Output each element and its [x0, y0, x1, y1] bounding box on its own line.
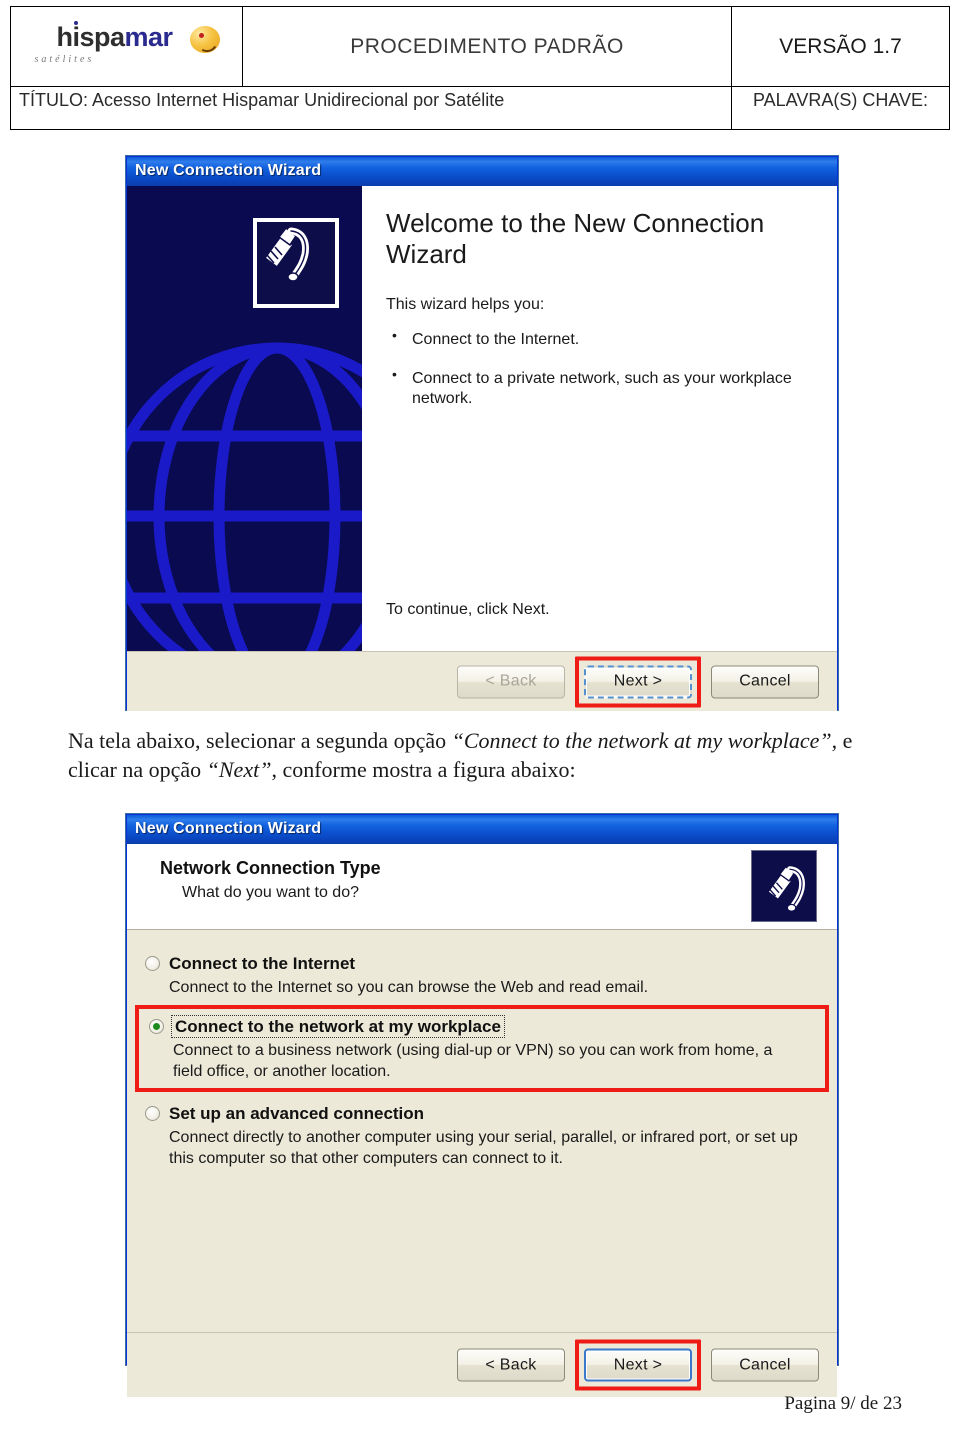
network-plug-icon	[751, 850, 817, 922]
option-label: Connect to the Internet	[169, 954, 356, 973]
dialog1-title: New Connection Wizard	[135, 162, 322, 179]
dialog2-page-header: Network Connection Type What do you want…	[127, 844, 837, 930]
option-description: Connect directly to another computer usi…	[169, 1129, 798, 1168]
radio-button-icon[interactable]	[145, 956, 160, 971]
back-button-label: < Back	[485, 672, 537, 690]
option-connect-internet[interactable]: Connect to the Internet Connect to the I…	[127, 954, 837, 999]
next-button-label: Next >	[613, 1356, 663, 1373]
header-top-row: hispamar satélites PROCEDIMENTO PADRÃO V…	[11, 7, 949, 87]
cancel-button-label: Cancel	[739, 672, 791, 690]
instruction-paragraph: Na tela abaixo, selecionar a segunda opç…	[68, 726, 902, 785]
dialog1-footer: < Back Next > Cancel	[127, 651, 837, 711]
instruction-text-a: Na tela abaixo, selecionar a segunda opç…	[68, 728, 452, 753]
back-button-label: < Back	[485, 1356, 537, 1373]
version-label: VERSÃO 1.7	[779, 34, 902, 58]
dialog1-body: Welcome to the New Connection Wizard Thi…	[127, 186, 837, 651]
logo-tagline: satélites	[34, 53, 95, 65]
next-button-highlight: Next >	[575, 1339, 701, 1391]
list-item: Connect to a private network, such as yo…	[386, 366, 811, 410]
dialog1-button-bar: < Back Next > Cancel	[457, 656, 819, 707]
new-connection-wizard-type-dialog: New Connection Wizard Network Connection…	[126, 814, 838, 1397]
option-label: Set up an advanced connection	[169, 1104, 425, 1124]
logo-word-part1: hispa	[56, 21, 126, 52]
radio-button-icon[interactable]	[149, 1018, 164, 1034]
option-advanced-connection[interactable]: Set up an advanced connection Connect di…	[127, 1104, 837, 1170]
logo-wordmark: hispamar	[56, 21, 174, 52]
header-procedure-cell: PROCEDIMENTO PADRÃO	[243, 7, 732, 86]
next-button-label: Next >	[613, 672, 663, 690]
radio-button-icon[interactable]	[145, 1106, 160, 1122]
page-subheading: What do you want to do?	[182, 884, 359, 901]
page-heading: Network Connection Type	[160, 858, 381, 878]
dialog1-titlebar[interactable]: New Connection Wizard	[127, 157, 837, 186]
header-keywords-cell: PALAVRA(S) CHAVE:	[732, 87, 949, 129]
next-button[interactable]: Next >	[584, 665, 692, 698]
logo-word-part2: mar	[124, 21, 174, 52]
hispamar-logo: hispamar satélites	[27, 18, 227, 76]
dialog2-options-area: Connect to the Internet Connect to the I…	[127, 930, 837, 1332]
next-button[interactable]: Next >	[584, 1348, 692, 1382]
option-description: Connect to a business network (using dia…	[173, 1041, 773, 1080]
list-item: Connect to the Internet.	[386, 327, 811, 350]
instruction-quote-next: “Next”	[206, 757, 272, 783]
option-label: Connect to the network at my workplace	[171, 1014, 505, 1039]
next-button-highlight: Next >	[575, 656, 701, 707]
header-title-cell: TÍTULO: Acesso Internet Hispamar Unidire…	[11, 87, 732, 129]
back-button[interactable]: < Back	[457, 1348, 565, 1382]
cancel-button[interactable]: Cancel	[711, 1348, 819, 1382]
wizard-bullet-list: Connect to the Internet. Connect to a pr…	[386, 327, 811, 410]
wizard-banner	[127, 186, 362, 651]
new-connection-wizard-welcome-dialog: New Connection Wizard Welcome to the New…	[126, 156, 838, 711]
network-plug-glyph	[263, 226, 309, 282]
instruction-quote-option: “Connect to the network at my workplace”	[451, 728, 832, 753]
keywords-label: PALAVRA(S) CHAVE:	[752, 90, 929, 110]
header-logo-cell: hispamar satélites	[11, 7, 243, 86]
network-plug-icon	[257, 222, 335, 304]
header-bottom-row: TÍTULO: Acesso Internet Hispamar Unidire…	[11, 87, 949, 129]
dialog2-title: New Connection Wizard	[135, 820, 322, 837]
wizard-intro-text: This wizard helps you:	[386, 296, 545, 314]
dialog2-button-bar: < Back Next > Cancel	[457, 1339, 819, 1391]
option-connect-workplace[interactable]: Connect to the network at my workplace C…	[139, 1014, 819, 1083]
dialog2-footer: < Back Next > Cancel	[127, 1332, 837, 1397]
header-version-cell: VERSÃO 1.7	[732, 7, 949, 86]
back-button[interactable]: < Back	[457, 665, 565, 698]
instruction-text-c: , conforme mostra a figura abaixo:	[271, 757, 576, 783]
document-title-label: TÍTULO: Acesso Internet Hispamar Unidire…	[19, 90, 505, 110]
cancel-button[interactable]: Cancel	[711, 665, 819, 698]
procedure-label: PROCEDIMENTO PADRÃO	[350, 34, 624, 58]
wizard-welcome-content: Welcome to the New Connection Wizard Thi…	[362, 186, 837, 651]
wizard-heading: Welcome to the New Connection Wizard	[386, 208, 765, 270]
wizard-icon-frame	[253, 218, 339, 308]
wizard-continue-text: To continue, click Next.	[386, 601, 550, 618]
network-plug-glyph	[767, 865, 805, 912]
cancel-button-label: Cancel	[739, 1356, 791, 1373]
selected-option-highlight: Connect to the network at my workplace C…	[135, 1004, 829, 1093]
page-footer-label: Pagina 9/ de 23	[784, 1393, 902, 1414]
dialog2-titlebar[interactable]: New Connection Wizard	[127, 815, 837, 844]
option-description: Connect to the Internet so you can brows…	[169, 979, 649, 996]
document-header-table: hispamar satélites PROCEDIMENTO PADRÃO V…	[10, 6, 950, 130]
